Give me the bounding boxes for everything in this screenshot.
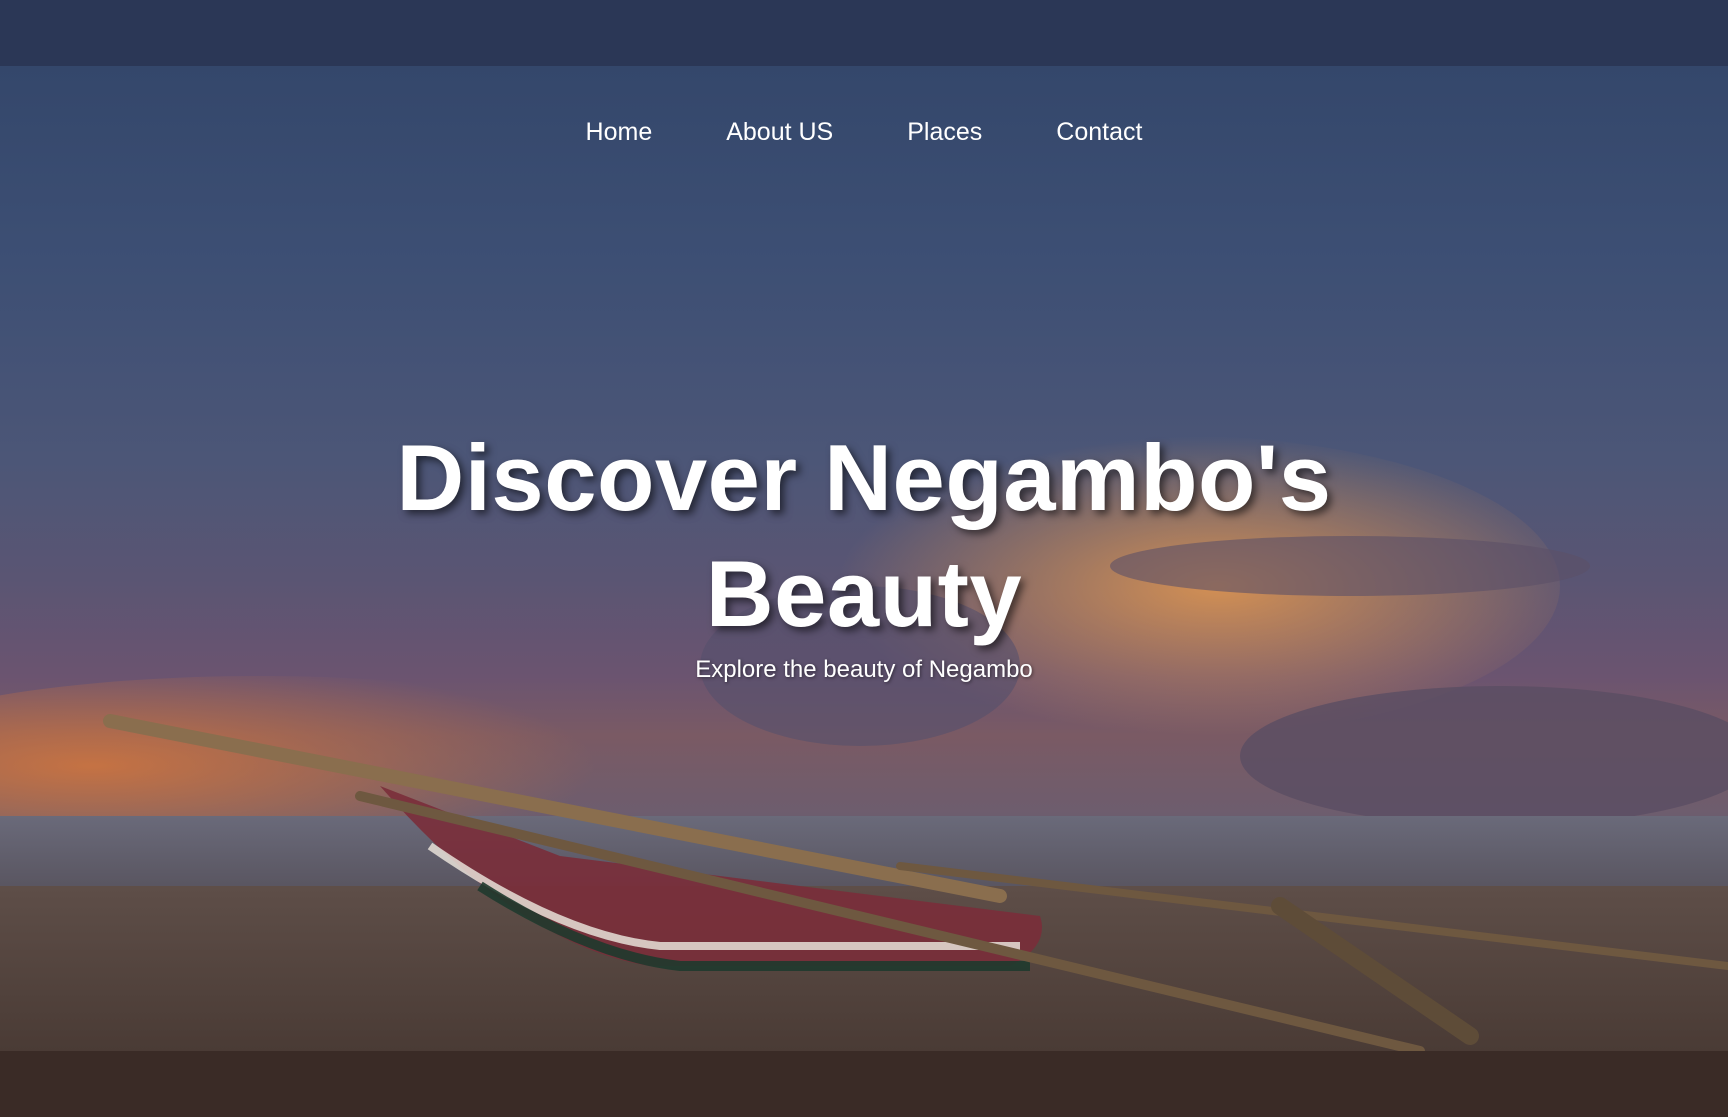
- hero-content: Discover Negambo's Beauty Explore the be…: [0, 420, 1728, 684]
- top-bar: [0, 0, 1728, 66]
- bottom-bar: [0, 1051, 1728, 1117]
- nav-link-contact[interactable]: Contact: [1019, 112, 1179, 153]
- nav-link-about-us[interactable]: About US: [689, 112, 870, 153]
- nav-link-home[interactable]: Home: [549, 112, 690, 153]
- hero-title-line2: Beauty: [705, 541, 1023, 646]
- main-navigation: Home About US Places Contact: [0, 112, 1728, 153]
- hero-subtitle: Explore the beauty of Negambo: [695, 656, 1033, 683]
- nav-link-places[interactable]: Places: [870, 112, 1019, 153]
- hero-title-line1: Discover Negambo's: [396, 425, 1332, 530]
- hero-title: Discover Negambo's Beauty: [0, 420, 1728, 652]
